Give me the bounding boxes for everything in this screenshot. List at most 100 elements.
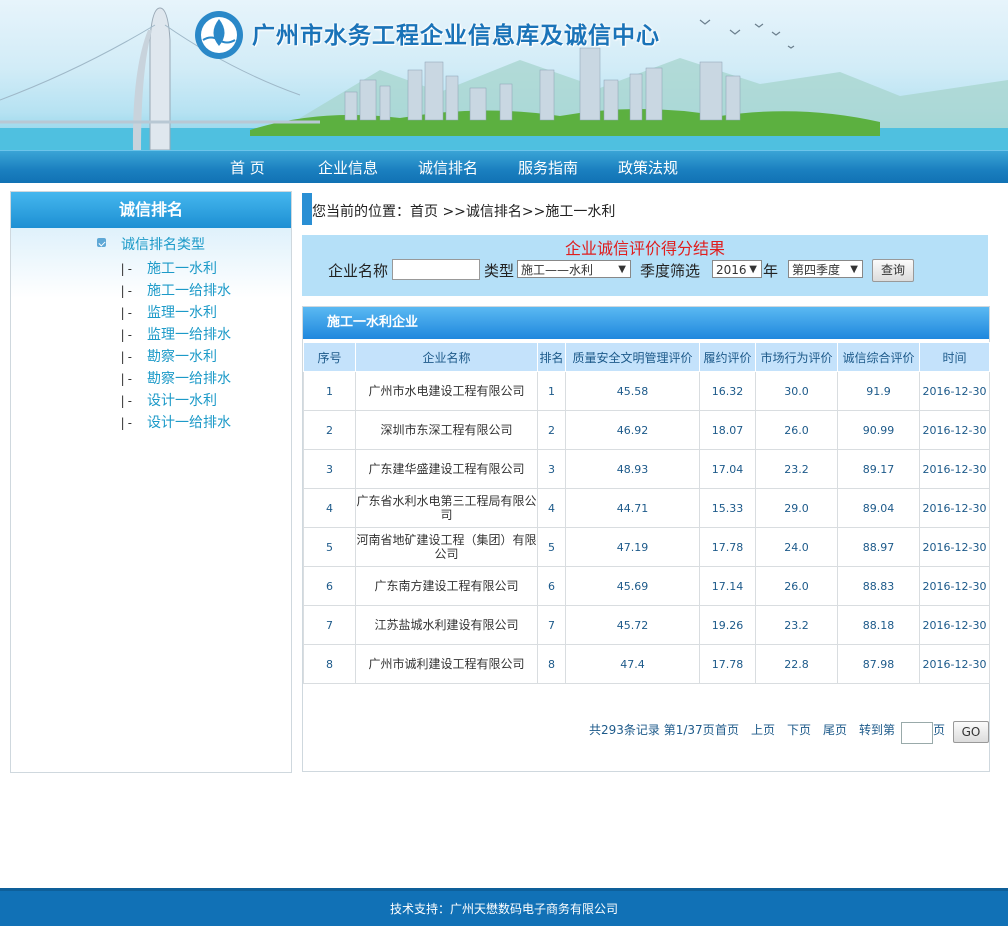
page-suffix: 页 <box>933 723 946 737</box>
company-name-input[interactable] <box>392 259 480 280</box>
tree-branch-icon: |- <box>119 416 134 430</box>
sidebar-item-design-water[interactable]: |- 设计一水利 <box>119 390 217 410</box>
year-select-value: 2016 <box>716 263 747 277</box>
year-select[interactable]: 2016 ▼ <box>712 260 762 278</box>
query-button[interactable]: 查询 <box>872 259 914 282</box>
dropdown-arrow-icon: ▼ <box>618 264 626 275</box>
nav-company-info[interactable]: 企业信息 <box>318 157 378 178</box>
sidebar-item-survey-water[interactable]: |- 勘察一水利 <box>119 346 217 366</box>
ranking-list: 施工一水利企业 序号 企业名称 排名 质量安全文明管理评价 履约评价 市场行为评… <box>302 306 990 772</box>
sidebar-item-design-drainage[interactable]: |- 设计一给排水 <box>119 412 231 432</box>
search-panel: 企业诚信评价得分结果 企业名称 类型 施工——水利 ▼ 季度筛选 2016 ▼ … <box>302 235 988 296</box>
cell-quality-safety: 45.69 <box>565 566 700 606</box>
tree-branch-icon: |- <box>119 262 134 276</box>
table-row: 1 广州市水电建设工程有限公司 1 45.58 16.32 30.0 91.9 2016-12… <box>303 371 990 411</box>
cell-credit-total: 88.18 <box>837 605 920 645</box>
breadcrumb-text[interactable]: 您当前的位置：首页 >>诚信排名>>施工一水利 <box>312 201 615 221</box>
nav-policy[interactable]: 政策法规 <box>618 157 678 178</box>
sidebar-item-supervision-water[interactable]: |- 监理一水利 <box>119 302 217 322</box>
cell-date: 2016-12-30 <box>919 410 990 450</box>
go-button[interactable]: GO <box>953 721 989 743</box>
quarter-filter-label: 季度筛选 <box>640 262 701 280</box>
cell-rank: 2 <box>537 410 566 450</box>
cell-credit-total: 88.83 <box>837 566 920 606</box>
pager-next[interactable]: 下页 <box>787 721 811 738</box>
cell-rank: 5 <box>537 527 566 567</box>
category-title[interactable]: 诚信排名类型 <box>121 234 205 254</box>
header-banner: 广州市水务工程企业信息库及诚信中心 <box>0 0 1008 150</box>
cell-performance: 16.32 <box>699 371 756 411</box>
cell-index: 5 <box>303 527 356 567</box>
cell-company-name[interactable]: 广州市诚利建设工程有限公司 <box>355 644 538 684</box>
cell-index: 6 <box>303 566 356 606</box>
col-market-behavior: 市场行为评价 <box>755 342 838 372</box>
cell-performance: 17.04 <box>699 449 756 489</box>
table-body: 1 广州市水电建设工程有限公司 1 45.58 16.32 30.0 91.9 2016-12… <box>303 371 990 684</box>
cell-quality-safety: 45.58 <box>565 371 700 411</box>
cell-index: 7 <box>303 605 356 645</box>
cell-company-name[interactable]: 广州市水电建设工程有限公司 <box>355 371 538 411</box>
cell-market-behavior: 26.0 <box>755 566 838 606</box>
sidebar-item-label: 监理一给排水 <box>147 327 231 343</box>
cell-company-name[interactable]: 广东省水利水电第三工程局有限公司 <box>355 488 538 528</box>
quarter-select-value: 第四季度 <box>792 263 841 277</box>
sidebar-item-supervision-drainage[interactable]: |- 监理一给排水 <box>119 324 231 344</box>
cell-quality-safety: 44.71 <box>565 488 700 528</box>
cell-date: 2016-12-30 <box>919 449 990 489</box>
cell-market-behavior: 23.2 <box>755 449 838 489</box>
goto-page-input[interactable] <box>901 722 933 744</box>
cell-market-behavior: 22.8 <box>755 644 838 684</box>
cell-index: 3 <box>303 449 356 489</box>
sidebar-item-label: 施工一水利 <box>147 261 217 277</box>
cell-date: 2016-12-30 <box>919 566 990 606</box>
cell-credit-total: 89.04 <box>837 488 920 528</box>
cell-company-name[interactable]: 江苏盐城水利建设有限公司 <box>355 605 538 645</box>
cell-market-behavior: 23.2 <box>755 605 838 645</box>
nav-credit-ranking[interactable]: 诚信排名 <box>418 157 478 178</box>
cell-company-name[interactable]: 广东建华盛建设工程有限公司 <box>355 449 538 489</box>
sidebar-item-label: 勘察一水利 <box>147 349 217 365</box>
col-performance: 履约评价 <box>699 342 756 372</box>
sidebar-item-construction-water[interactable]: |- 施工一水利 <box>119 258 217 278</box>
table-row: 6 广东南方建设工程有限公司 6 45.69 17.14 26.0 88.83 2016-12… <box>303 566 990 606</box>
pager-last[interactable]: 尾页 <box>823 721 847 738</box>
cell-performance: 18.07 <box>699 410 756 450</box>
cell-company-name[interactable]: 深圳市东深工程有限公司 <box>355 410 538 450</box>
cell-company-name[interactable]: 广东南方建设工程有限公司 <box>355 566 538 606</box>
pager-first[interactable]: 首页 <box>715 721 739 738</box>
cell-quality-safety: 48.93 <box>565 449 700 489</box>
table-row: 3 广东建华盛建设工程有限公司 3 48.93 17.04 23.2 89.17 2016-1… <box>303 449 990 489</box>
cell-rank: 3 <box>537 449 566 489</box>
breadcrumb-marker <box>302 193 312 225</box>
list-heading: 施工一水利企业 <box>303 307 989 339</box>
breadcrumb: 您当前的位置：首页 >>诚信排名>>施工一水利 <box>302 193 988 225</box>
quarter-select[interactable]: 第四季度 ▼ <box>788 260 863 278</box>
cell-index: 1 <box>303 371 356 411</box>
sidebar-heading: 诚信排名 <box>11 192 291 228</box>
cell-rank: 7 <box>537 605 566 645</box>
pager-prev[interactable]: 上页 <box>751 721 775 738</box>
cell-quality-safety: 45.72 <box>565 605 700 645</box>
cell-credit-total: 87.98 <box>837 644 920 684</box>
cell-company-name[interactable]: 河南省地矿建设工程（集团）有限公司 <box>355 527 538 567</box>
cell-performance: 15.33 <box>699 488 756 528</box>
cell-market-behavior: 24.0 <box>755 527 838 567</box>
col-rank: 排名 <box>537 342 566 372</box>
bullet-icon <box>97 238 106 247</box>
goto-label: 转到第 <box>859 723 896 737</box>
cell-credit-total: 88.97 <box>837 527 920 567</box>
sidebar-item-construction-drainage[interactable]: |- 施工一给排水 <box>119 280 231 300</box>
tree-branch-icon: |- <box>119 350 134 364</box>
type-select[interactable]: 施工——水利 ▼ <box>517 260 631 278</box>
cell-index: 2 <box>303 410 356 450</box>
ranking-table: 序号 企业名称 排名 质量安全文明管理评价 履约评价 市场行为评价 诚信综合评价… <box>303 342 990 684</box>
cell-credit-total: 90.99 <box>837 410 920 450</box>
table-header-row: 序号 企业名称 排名 质量安全文明管理评价 履约评价 市场行为评价 诚信综合评价… <box>303 342 990 372</box>
sidebar-item-survey-drainage[interactable]: |- 勘察一给排水 <box>119 368 231 388</box>
table-row: 8 广州市诚利建设工程有限公司 8 47.4 17.78 22.8 87.98 2016-12… <box>303 644 990 684</box>
nav-home[interactable]: 首 页 <box>230 157 265 178</box>
footer-text: 技术支持：广州天懋数码电子商务有限公司 <box>389 902 618 916</box>
col-quality-safety: 质量安全文明管理评价 <box>565 342 700 372</box>
table-row: 2 深圳市东深工程有限公司 2 46.92 18.07 26.0 90.99 2016-12-… <box>303 410 990 450</box>
nav-service-guide[interactable]: 服务指南 <box>518 157 578 178</box>
